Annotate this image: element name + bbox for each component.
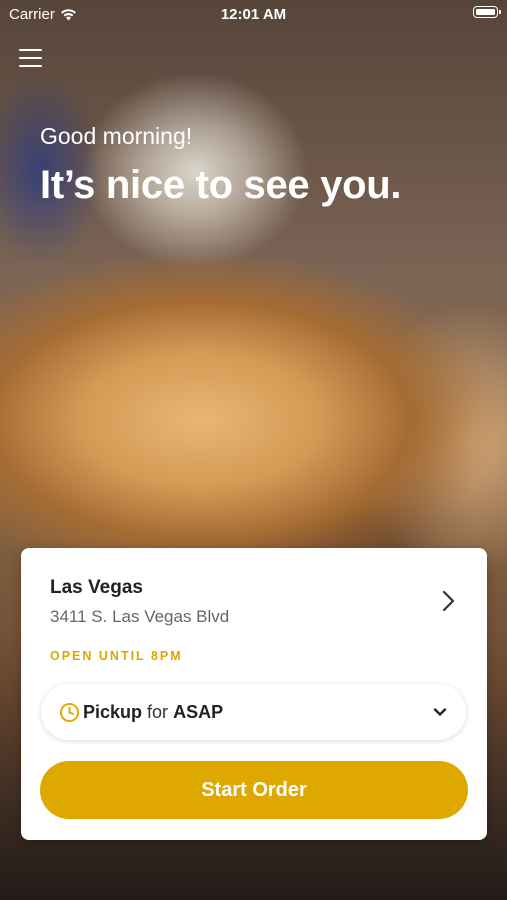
start-order-button[interactable]: Start Order — [40, 761, 468, 819]
hamburger-menu-icon[interactable] — [19, 47, 42, 69]
order-mode-connector: for — [147, 701, 169, 722]
order-time-label: ASAP — [173, 701, 224, 722]
status-bar: Carrier 12:01 AM — [0, 0, 507, 28]
status-time: 12:01 AM — [220, 6, 287, 23]
order-mode-label: Pickup — [83, 701, 143, 722]
welcome-headline: It’s nice to see you. — [40, 163, 402, 207]
greeting-text: Good morning! — [40, 123, 193, 149]
location-selector[interactable]: Las Vegas 3411 S. Las Vegas Blvd OPEN UN… — [21, 548, 487, 673]
chevron-down-icon — [433, 708, 447, 716]
clock-icon — [59, 702, 80, 722]
location-address: 3411 S. Las Vegas Blvd — [50, 607, 230, 626]
location-name: Las Vegas — [50, 577, 143, 598]
pickup-summary: Pickup for ASAP — [83, 702, 223, 723]
order-card: Las Vegas 3411 S. Las Vegas Blvd OPEN UN… — [21, 548, 487, 840]
location-hours: OPEN UNTIL 8PM — [50, 649, 183, 663]
chevron-right-icon — [442, 590, 455, 612]
battery-icon — [473, 6, 501, 18]
pickup-time-dropdown[interactable]: Pickup for ASAP — [41, 684, 466, 740]
